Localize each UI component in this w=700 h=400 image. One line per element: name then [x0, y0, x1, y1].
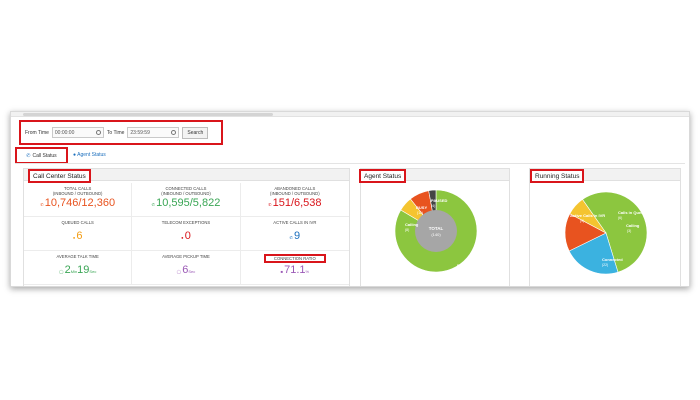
stat-title: AVERAGE PICKUP TIME	[162, 254, 210, 259]
from-time-label: From Time	[25, 129, 49, 136]
user-icon: ●	[73, 152, 77, 158]
telecom-exceptions-value: 0	[184, 230, 191, 242]
stat-telecom-exceptions: TELECOM EXCEPTIONS ● 0	[132, 217, 241, 251]
slice-value-queue: (6)	[618, 216, 622, 220]
screenshot-frame: From Time 00:00:00 To Time 23:59:59 Sear…	[10, 111, 690, 287]
slice-label-ivr: Active Calls in IVR	[570, 213, 605, 218]
slice-value-ready: (117)	[457, 269, 465, 273]
tab-agent-status[interactable]: ● Agent Status	[73, 152, 106, 158]
stat-title: TELECOM EXCEPTIONS	[161, 220, 211, 225]
slice-label-busy: BUSY	[416, 205, 427, 210]
agent-status-title: Agent Status	[359, 169, 407, 183]
stat-total-calls: TOTAL CALLS (INBOUND / OUTBOUND) ✆ 10,74…	[24, 183, 133, 217]
running-status-pie: Connected (22) Active Calls in IVR (9) C…	[564, 191, 648, 275]
slice-label-calling: Calling	[405, 222, 419, 227]
time-filter-bar: From Time 00:00:00 To Time 23:59:59 Sear…	[19, 120, 223, 145]
browser-top-strip	[11, 112, 689, 117]
slice-value-busy: (11)	[417, 211, 423, 215]
slice-value-paused: (4)	[431, 204, 435, 208]
donut-center-label: TOTAL	[429, 226, 444, 231]
agent-status-donut: TOTAL (140) READY (117) Calling (8) BUSY…	[394, 189, 478, 273]
tab-call-status[interactable]: ✆ Call Status	[15, 147, 68, 164]
slice-value-ivr: (9)	[580, 219, 584, 223]
stat-title-wrap: CONNECTION RATIO	[241, 254, 349, 263]
stat-queued-calls: QUEUED CALLS ● 6	[24, 217, 133, 251]
stat-value: ✆ 10,595/5,822	[132, 196, 239, 212]
call-center-panel: Call Center Status TOTAL CALLS (INBOUND …	[23, 168, 350, 286]
stat-connected-calls: CONNECTED CALLS (INBOUND / OUTBOUND) ✆ 1…	[132, 183, 241, 217]
stat-value: ✆ 9	[241, 229, 349, 245]
slice-label-queue: Calls in Queue	[618, 210, 647, 215]
search-button[interactable]: Search	[182, 126, 209, 139]
slice-value-connected: (22)	[602, 263, 608, 267]
slice-value-calling: (3)	[627, 229, 631, 233]
stat-value: ● 0	[132, 229, 239, 245]
stat-value: ✆ 10,746/12,360	[24, 196, 131, 212]
percent-unit: %	[305, 269, 310, 274]
phone-icon: ✆	[26, 152, 31, 159]
stats-grid: TOTAL CALLS (INBOUND / OUTBOUND) ✆ 10,74…	[24, 183, 349, 285]
blurred-header	[23, 113, 273, 116]
slice-label-calling: Calling	[626, 223, 640, 228]
stat-title: QUEUED CALLS	[61, 220, 94, 225]
stat-active-ivr: ACTIVE CALLS IN IVR ✆ 9	[240, 217, 349, 251]
connection-ratio-title: CONNECTION RATIO	[263, 254, 326, 263]
slice-label-connected: Connected	[602, 257, 623, 262]
abandoned-calls-value: 151/6,538	[272, 197, 322, 209]
stat-value: ◯ 6Sec	[132, 263, 239, 279]
from-time-input[interactable]: 00:00:00	[51, 127, 104, 138]
connection-ratio-value: 71.1	[284, 264, 306, 276]
clock-icon[interactable]	[95, 130, 101, 135]
talk-sec-value: 19	[77, 264, 90, 276]
active-ivr-value: 9	[294, 230, 301, 242]
clock-icon[interactable]	[171, 130, 177, 135]
running-status-panel: Running Status Connected (22) Active Cal…	[529, 168, 681, 286]
queued-calls-value: 6	[76, 230, 83, 242]
tab-call-status-label: Call Status	[32, 152, 57, 159]
to-time-value: 23:59:59	[130, 130, 150, 136]
donut-center-value: (140)	[431, 232, 441, 237]
stat-connection-ratio: CONNECTION RATIO ■ 71.1%	[240, 251, 349, 285]
from-time-value: 00:00:00	[54, 130, 75, 136]
slice-value-calling: (8)	[405, 228, 409, 232]
slice-label-ready: READY	[457, 263, 471, 268]
to-time-input[interactable]: 23:59:59	[127, 127, 180, 138]
stat-value: ✆ 151/6,538	[241, 196, 349, 212]
stat-value: ■ 71.1%	[241, 263, 349, 279]
connected-calls-value: 10,595/5,822	[156, 197, 221, 209]
stat-avg-pickup-time: AVERAGE PICKUP TIME ◯ 6Sec	[132, 251, 241, 285]
stat-abandoned-calls: ABANDONED CALLS (INBOUND / OUTBOUND) ✆ 1…	[240, 183, 349, 217]
stat-avg-talk-time: AVERAGE TALK TIME ◯ 2Min19Sec	[24, 251, 133, 285]
to-time-label: To Time	[106, 129, 125, 136]
stat-title: AVERAGE TALK TIME	[56, 254, 99, 259]
tab-divider	[15, 163, 685, 164]
stat-value: ● 6	[24, 229, 131, 245]
running-status-title: Running Status	[530, 169, 585, 183]
stat-value: ◯ 2Min19Sec	[24, 263, 131, 279]
donut-center	[415, 210, 457, 252]
stat-title: ACTIVE CALLS IN IVR	[273, 220, 317, 225]
sec-unit: Sec	[188, 269, 196, 274]
agent-status-panel: Agent Status TOTAL (140) READY (117) Cal…	[359, 168, 510, 286]
slice-label-paused: PAUSED	[431, 198, 447, 203]
call-center-title: Call Center Status	[28, 169, 91, 183]
sec-unit: Sec	[89, 269, 97, 274]
total-calls-value: 10,746/12,360	[44, 197, 116, 209]
tab-agent-status-label: Agent Status	[77, 152, 106, 158]
